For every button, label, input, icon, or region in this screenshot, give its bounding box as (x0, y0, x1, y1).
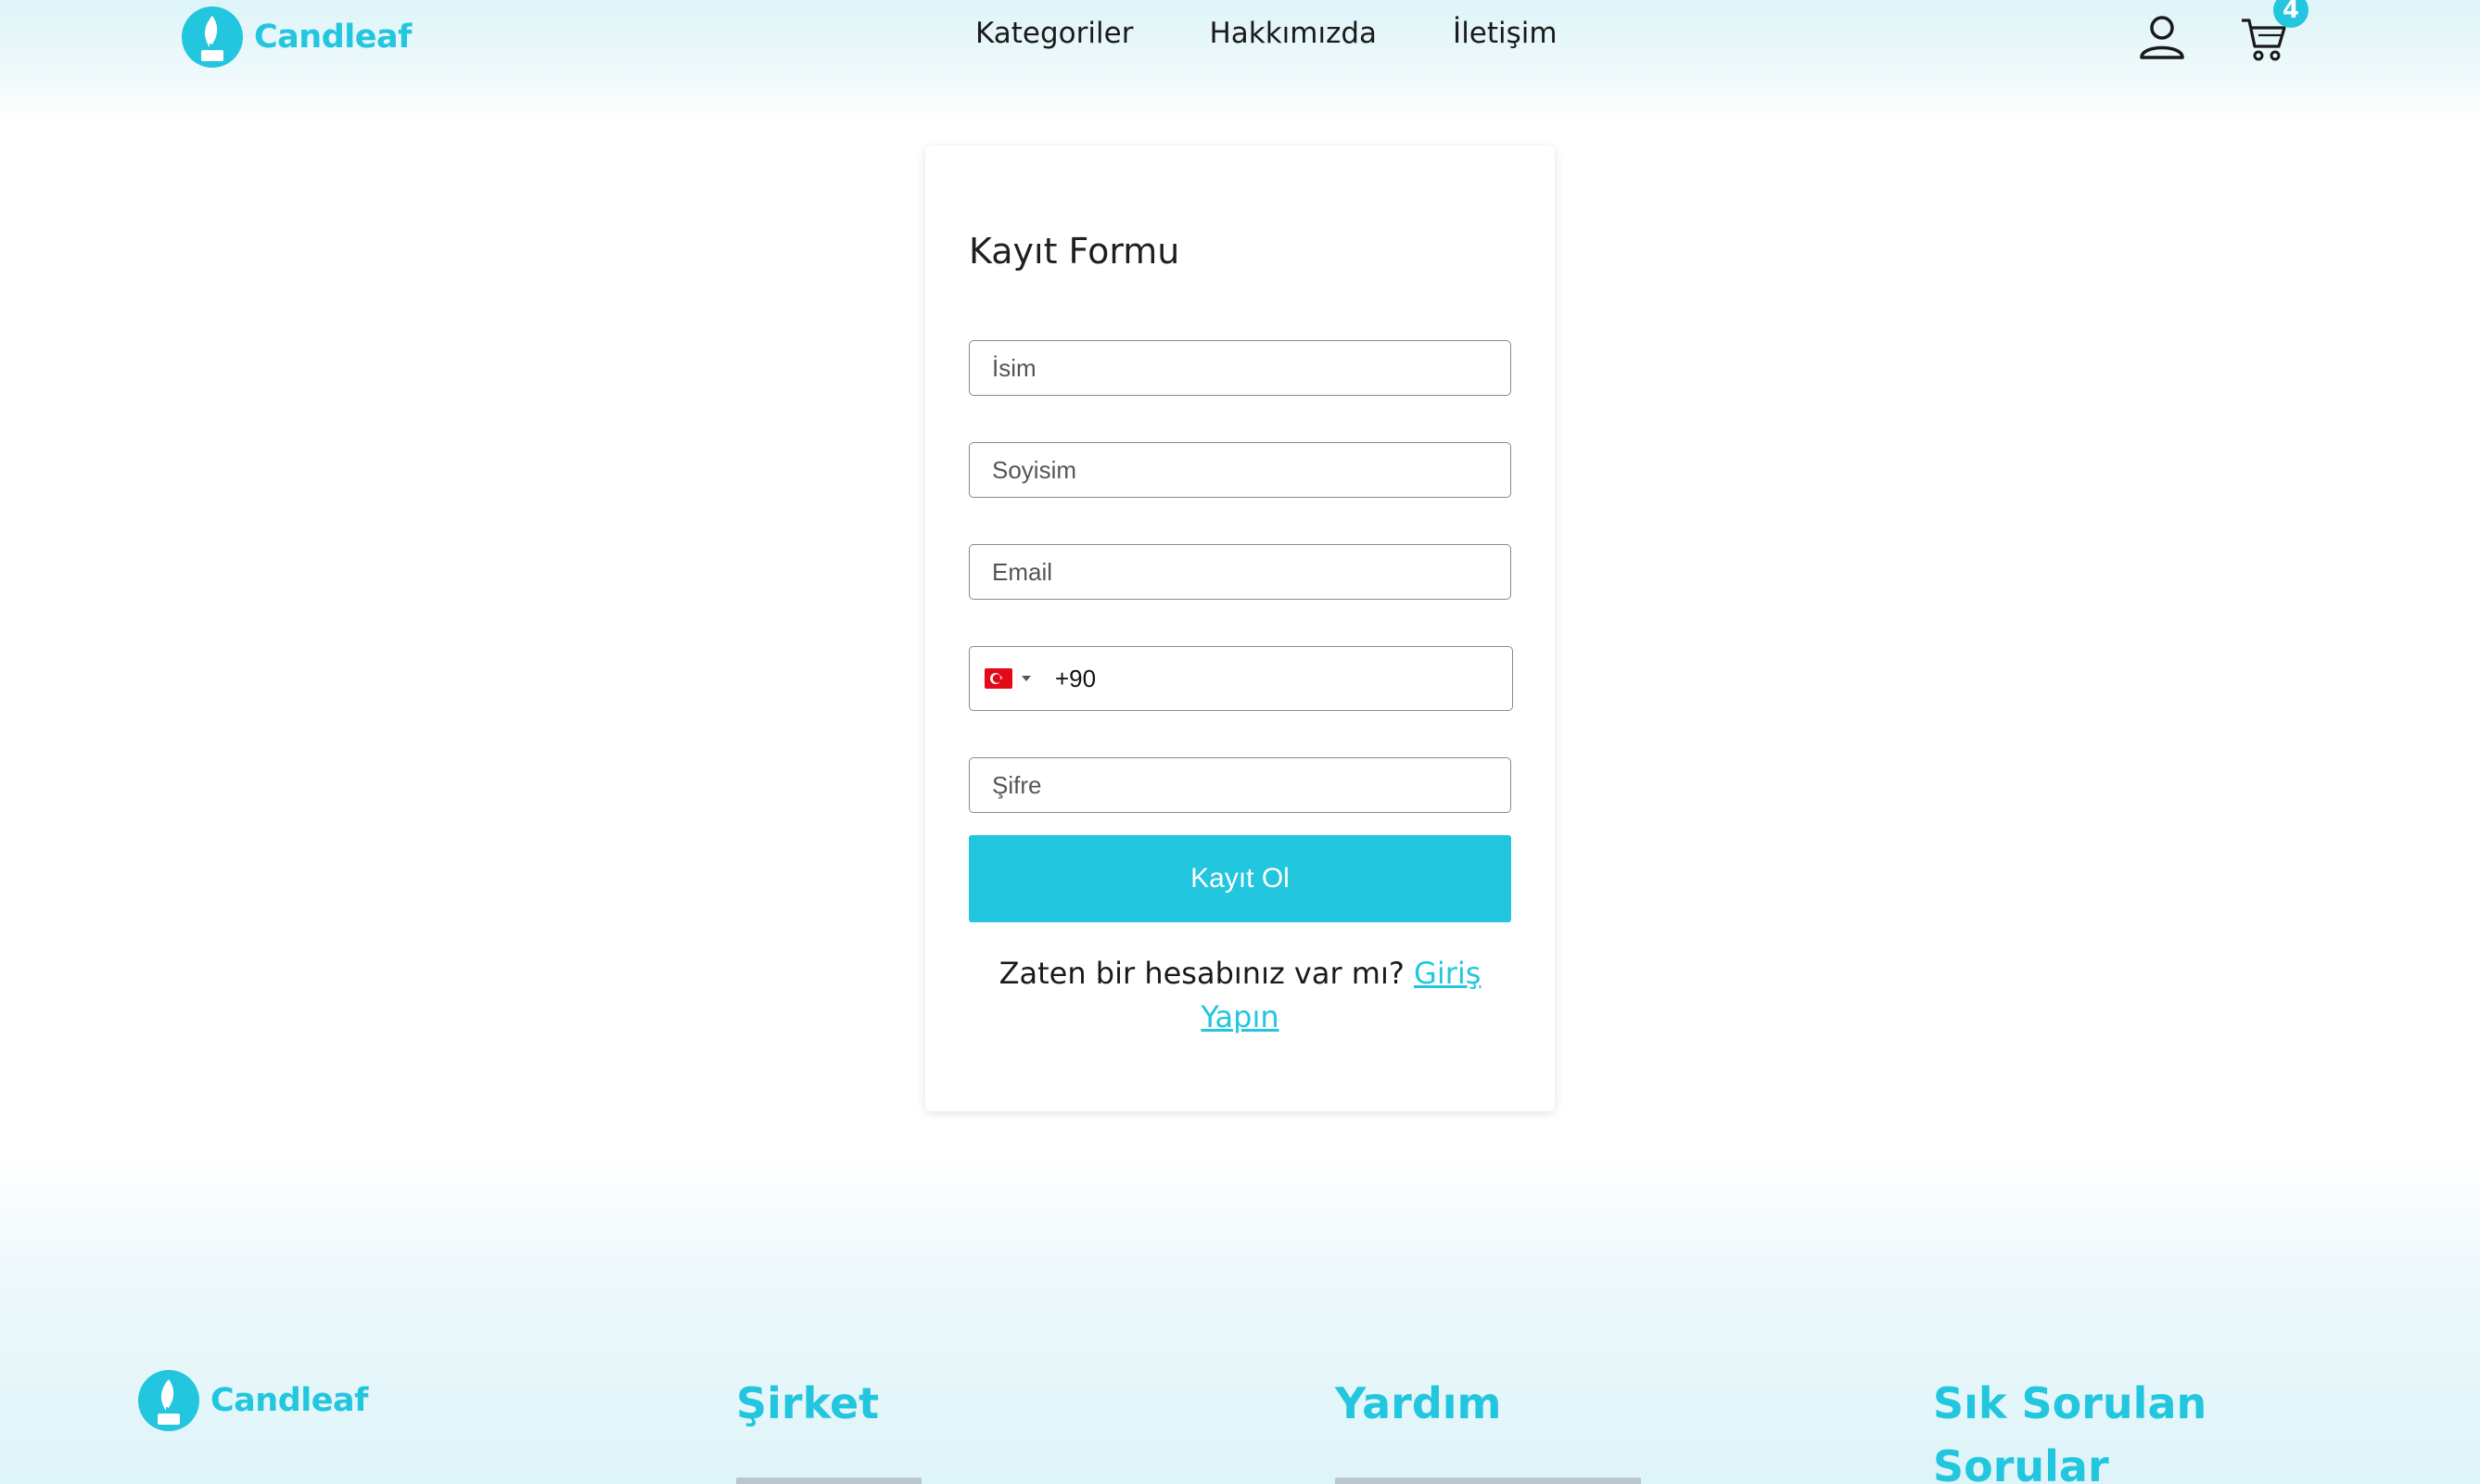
register-card: Kayıt Formu +90 Kayıt Ol Zaten bir hesab… (925, 146, 1555, 1111)
user-icon[interactable] (2138, 13, 2186, 61)
leaf-logo-icon (138, 1370, 199, 1431)
first-name-input[interactable] (969, 340, 1511, 396)
leaf-logo-icon (182, 6, 243, 68)
site-header: Candleaf Kategoriler Hakkımızda İletişim… (0, 0, 2480, 74)
turkey-flag-icon (985, 668, 1012, 689)
signin-prompt: Zaten bir hesabınız var mı? Giriş Yapın (969, 952, 1511, 1039)
footer-heading-help: Yardım (1335, 1378, 1502, 1428)
header-logo[interactable]: Candleaf (182, 6, 412, 68)
phone-input[interactable]: +90 (969, 646, 1513, 711)
nav-link-categories[interactable]: Kategoriler (975, 17, 1133, 50)
footer-link-partial[interactable] (736, 1478, 922, 1484)
caret-down-icon (1022, 676, 1031, 681)
email-input[interactable] (969, 544, 1511, 600)
register-button[interactable]: Kayıt Ol (969, 835, 1511, 922)
country-select[interactable] (985, 668, 1031, 689)
footer-brand-name: Candleaf (210, 1382, 368, 1419)
footer-link-partial[interactable] (1335, 1478, 1641, 1484)
nav-link-about[interactable]: Hakkımızda (1209, 17, 1377, 50)
form-title: Kayıt Formu (969, 231, 1180, 272)
last-name-input[interactable] (969, 442, 1511, 498)
brand-name: Candleaf (254, 19, 412, 56)
password-input[interactable] (969, 757, 1511, 813)
nav-link-contact[interactable]: İletişim (1453, 17, 1558, 50)
signin-prompt-text: Zaten bir hesabınız var mı? (998, 956, 1405, 991)
footer-heading-company: Şirket (736, 1378, 880, 1428)
main-nav: Kategoriler Hakkımızda İletişim (975, 17, 1558, 50)
footer-logo[interactable]: Candleaf (138, 1370, 368, 1431)
footer-heading-faq: Sık Sorulan Sorular (1933, 1378, 2207, 1484)
phone-country-code: +90 (1055, 664, 1097, 692)
